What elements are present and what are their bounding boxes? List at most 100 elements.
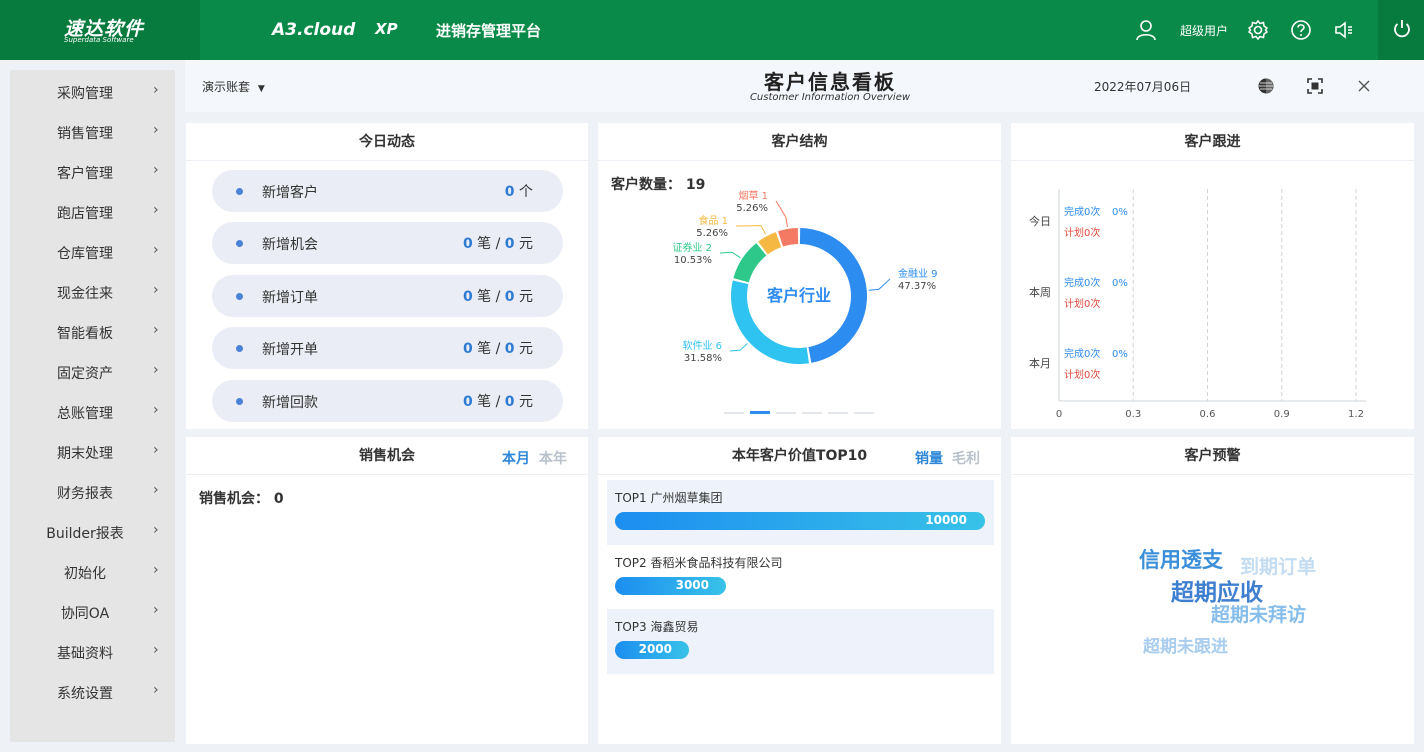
chevron-right-icon: › xyxy=(153,642,159,658)
donut-slice[interactable] xyxy=(733,243,767,283)
top-bar: 速达软件 Superdata Software A3.cloud XP 进销存管… xyxy=(0,0,1424,60)
product-edition: XP xyxy=(375,20,398,38)
carousel-dot[interactable] xyxy=(828,412,848,414)
warning-word-overdue-visits[interactable]: 超期未拜访 xyxy=(1211,600,1306,627)
customer-value-top10-panel: 本年客户价值TOP10 销量 毛利 TOP1 广州烟草集团 10000 TOP2… xyxy=(598,437,1001,744)
platform-name: 进销存管理平台 xyxy=(436,22,542,40)
activity-label: 新增机会 xyxy=(262,237,318,253)
gear-icon[interactable] xyxy=(1245,17,1271,43)
speaker-icon[interactable] xyxy=(1331,17,1357,43)
sidebar-item-label: 智能看板 xyxy=(57,326,113,342)
donut-center-label: 客户行业 xyxy=(767,286,831,305)
activity-row-new-invoice: 新增开单 0 笔 / 0 元 xyxy=(212,327,563,369)
sidebar-item-customer[interactable]: 客户管理 › xyxy=(10,157,175,187)
sidebar-item-builder-reports[interactable]: Builder报表 › xyxy=(10,517,175,547)
done-label: 完成0次 xyxy=(1064,347,1100,360)
sidebar-item-oa[interactable]: 协同OA › xyxy=(10,597,175,627)
count-unit: 笔 xyxy=(477,394,492,410)
y-category-label: 本周 xyxy=(1029,285,1051,299)
top-item[interactable]: TOP3 海鑫贸易 2000 xyxy=(607,609,994,674)
page-title: 客户信息看板 xyxy=(764,70,896,94)
sidebar-item-sales[interactable]: 销售管理 › xyxy=(10,117,175,147)
x-tick-label: 0 xyxy=(1056,409,1062,420)
activity-row-new-payment: 新增回款 0 笔 / 0 元 xyxy=(212,380,563,422)
sidebar-item-label: 系统设置 xyxy=(57,686,113,702)
chevron-right-icon: › xyxy=(153,522,159,538)
top-item[interactable]: TOP2 香稻米食品科技有限公司 3000 xyxy=(607,545,994,610)
sidebar-item-label: 仓库管理 xyxy=(57,246,113,262)
slice-name-label: 金融业 9 xyxy=(898,267,938,280)
sidebar-item-basic-data[interactable]: 基础资料 › xyxy=(10,637,175,667)
count-unit: 笔 xyxy=(477,289,492,305)
followup-chart: 今日完成0次 0%计划0次本周完成0次 0%计划0次本月完成0次 0%计划0次 0 0.… xyxy=(1029,189,1366,420)
top-item[interactable]: TOP1 广州烟草集团 10000 xyxy=(607,480,994,545)
sidebar-item-label: 跑店管理 xyxy=(57,206,113,222)
warning-word-credit-overdraft[interactable]: 信用透支 xyxy=(1139,544,1223,574)
sidebar: 采购管理 › 销售管理 › 客户管理 › 跑店管理 › 仓库管理 › 现金往来 › 智能看板… xyxy=(10,70,175,742)
customer-warning-panel: 客户预警 信用透支 到期订单 超期应收 超期未拜访 超期未跟进 xyxy=(1011,437,1414,744)
sidebar-item-warehouse[interactable]: 仓库管理 › xyxy=(10,237,175,267)
callout-line xyxy=(729,343,748,352)
tab-gross-profit[interactable]: 毛利 xyxy=(952,448,980,468)
warning-word-overdue-followups[interactable]: 超期未跟进 xyxy=(1143,632,1228,657)
logout-button[interactable] xyxy=(1378,0,1424,60)
carousel-dots[interactable] xyxy=(724,411,874,414)
slice-percent-label: 5.26% xyxy=(736,203,768,214)
sidebar-item-purchase[interactable]: 采购管理 › xyxy=(10,77,175,107)
help-icon[interactable] xyxy=(1288,17,1314,43)
opportunity-count-label: 销售机会： xyxy=(199,491,269,507)
industry-donut-chart: 金融业 947.37%软件业 631.58%证券业 210.53%食品 15.2… xyxy=(672,189,938,414)
activity-value: 0 笔 / 0 元 xyxy=(462,236,533,252)
sidebar-item-financial-reports[interactable]: 财务报表 › xyxy=(10,477,175,507)
user-icon[interactable] xyxy=(1133,17,1159,43)
power-icon xyxy=(1394,20,1410,38)
tab-sales-volume[interactable]: 销量 xyxy=(915,448,943,468)
amount-value: 0 xyxy=(504,289,515,305)
top-customer-name: 香稻米食品科技有限公司 xyxy=(650,556,783,570)
sidebar-item-label: Builder报表 xyxy=(46,526,124,542)
sidebar-item-store-visit[interactable]: 跑店管理 › xyxy=(10,197,175,227)
dashboard-header: 演示账套 ▼ 客户信息看板 Customer Information Overv… xyxy=(185,60,1424,112)
amount-value: 0 xyxy=(504,394,515,410)
sidebar-item-settings[interactable]: 系统设置 › xyxy=(10,677,175,707)
top-value-bar: 2000 xyxy=(615,641,689,659)
x-tick-label: 0.6 xyxy=(1200,409,1216,420)
sidebar-item-cash[interactable]: 现金往来 › xyxy=(10,277,175,307)
chevron-right-icon: › xyxy=(153,282,159,298)
activity-row-new-opportunity: 新增机会 0 笔 / 0 元 xyxy=(212,222,563,264)
count-unit: 个 xyxy=(519,184,533,200)
callout-line xyxy=(775,200,788,228)
sidebar-item-initialize[interactable]: 初始化 › xyxy=(10,557,175,587)
theme-icon[interactable] xyxy=(1256,76,1276,96)
slice-percent-label: 10.53% xyxy=(674,255,712,266)
done-percent-label: 0% xyxy=(1112,349,1128,360)
donut-slice[interactable] xyxy=(778,228,799,247)
tab-this-month[interactable]: 本月 xyxy=(502,448,530,468)
carousel-dot[interactable] xyxy=(802,412,822,414)
carousel-dot[interactable] xyxy=(776,412,796,414)
activity-row-new-order: 新增订单 0 笔 / 0 元 xyxy=(212,275,563,317)
chevron-right-icon: › xyxy=(153,442,159,458)
slice-percent-label: 31.58% xyxy=(684,353,722,364)
activity-label: 新增开单 xyxy=(262,342,318,358)
top-customer-name: 海鑫贸易 xyxy=(650,620,699,634)
tab-this-year[interactable]: 本年 xyxy=(539,448,567,468)
panel-title: 今日动态 xyxy=(186,123,588,161)
carousel-dot-active[interactable] xyxy=(750,411,770,414)
user-name[interactable]: 超级用户 xyxy=(1180,22,1228,39)
top-value-bar: 10000 xyxy=(615,512,985,530)
close-icon[interactable] xyxy=(1354,76,1374,96)
carousel-dot[interactable] xyxy=(854,412,874,414)
callout-line xyxy=(719,251,741,259)
count-value: 0 xyxy=(462,341,473,357)
count-unit: 笔 xyxy=(477,236,492,252)
sidebar-item-period-end[interactable]: 期末处理 › xyxy=(10,437,175,467)
sidebar-item-fixed-assets[interactable]: 固定资产 › xyxy=(10,357,175,387)
chevron-right-icon: › xyxy=(153,82,159,98)
slice-percent-label: 5.26% xyxy=(696,228,728,239)
sidebar-item-dashboard[interactable]: 智能看板 › xyxy=(10,317,175,347)
carousel-dot[interactable] xyxy=(724,412,744,414)
fullscreen-icon[interactable] xyxy=(1305,76,1325,96)
sidebar-item-ledger[interactable]: 总账管理 › xyxy=(10,397,175,427)
top-value-bar: 3000 xyxy=(615,577,726,595)
